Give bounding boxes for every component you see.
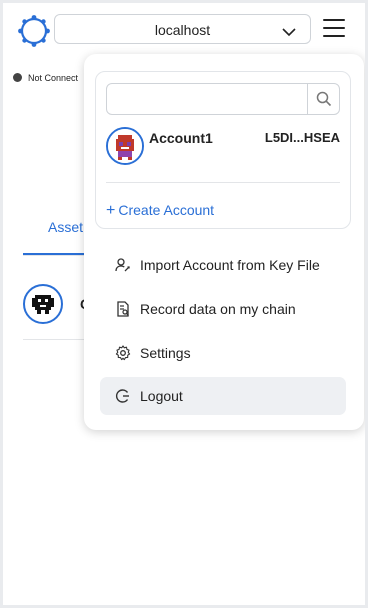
menu-item-label: Import Account from Key File	[140, 257, 320, 273]
app-logo	[17, 14, 51, 48]
create-account-label: Create Account	[118, 202, 215, 218]
status-text: Not Connect	[28, 73, 79, 83]
search-button[interactable]	[307, 84, 339, 114]
network-select[interactable]: localhost	[54, 14, 311, 44]
create-account-link[interactable]: + Create Account	[106, 202, 214, 220]
network-label: localhost	[154, 22, 211, 38]
tab-assets[interactable]: Asset	[48, 219, 83, 235]
logout-icon	[115, 388, 131, 404]
account-name[interactable]: Account1	[149, 130, 213, 146]
search-icon	[316, 91, 332, 107]
gear-icon	[115, 345, 131, 361]
account-address: L5DI...HSEA	[264, 130, 340, 145]
plus-icon: +	[106, 202, 116, 219]
hamburger-icon	[323, 19, 345, 21]
account-avatar[interactable]	[106, 127, 144, 165]
menu-item-import-account[interactable]: Import Account from Key File	[100, 246, 346, 284]
menu-item-label: Settings	[140, 345, 191, 361]
document-search-icon	[115, 301, 131, 317]
chevron-down-icon	[282, 24, 296, 37]
app-window: localhost Not Connect Asset C	[3, 3, 365, 605]
user-import-icon	[115, 257, 131, 273]
menu-item-logout[interactable]: Logout	[100, 377, 346, 415]
account-search	[106, 83, 340, 115]
card-divider	[106, 182, 340, 183]
menu-item-label: Record data on my chain	[140, 301, 296, 317]
account-menu: Account1 L5DI...HSEA + Create Account Imp…	[84, 54, 364, 430]
menu-toggle-button[interactable]	[321, 15, 347, 41]
account-search-input[interactable]	[107, 84, 307, 114]
asset-avatar[interactable]	[23, 284, 63, 324]
account-card: Account1 L5DI...HSEA + Create Account	[95, 71, 351, 229]
connection-status: Not Connect	[13, 73, 78, 83]
menu-item-record-data[interactable]: Record data on my chain	[100, 290, 346, 328]
menu-item-label: Logout	[140, 388, 183, 404]
status-dot-icon	[13, 73, 22, 83]
menu-item-settings[interactable]: Settings	[100, 334, 346, 372]
tab-active-indicator	[23, 253, 93, 255]
